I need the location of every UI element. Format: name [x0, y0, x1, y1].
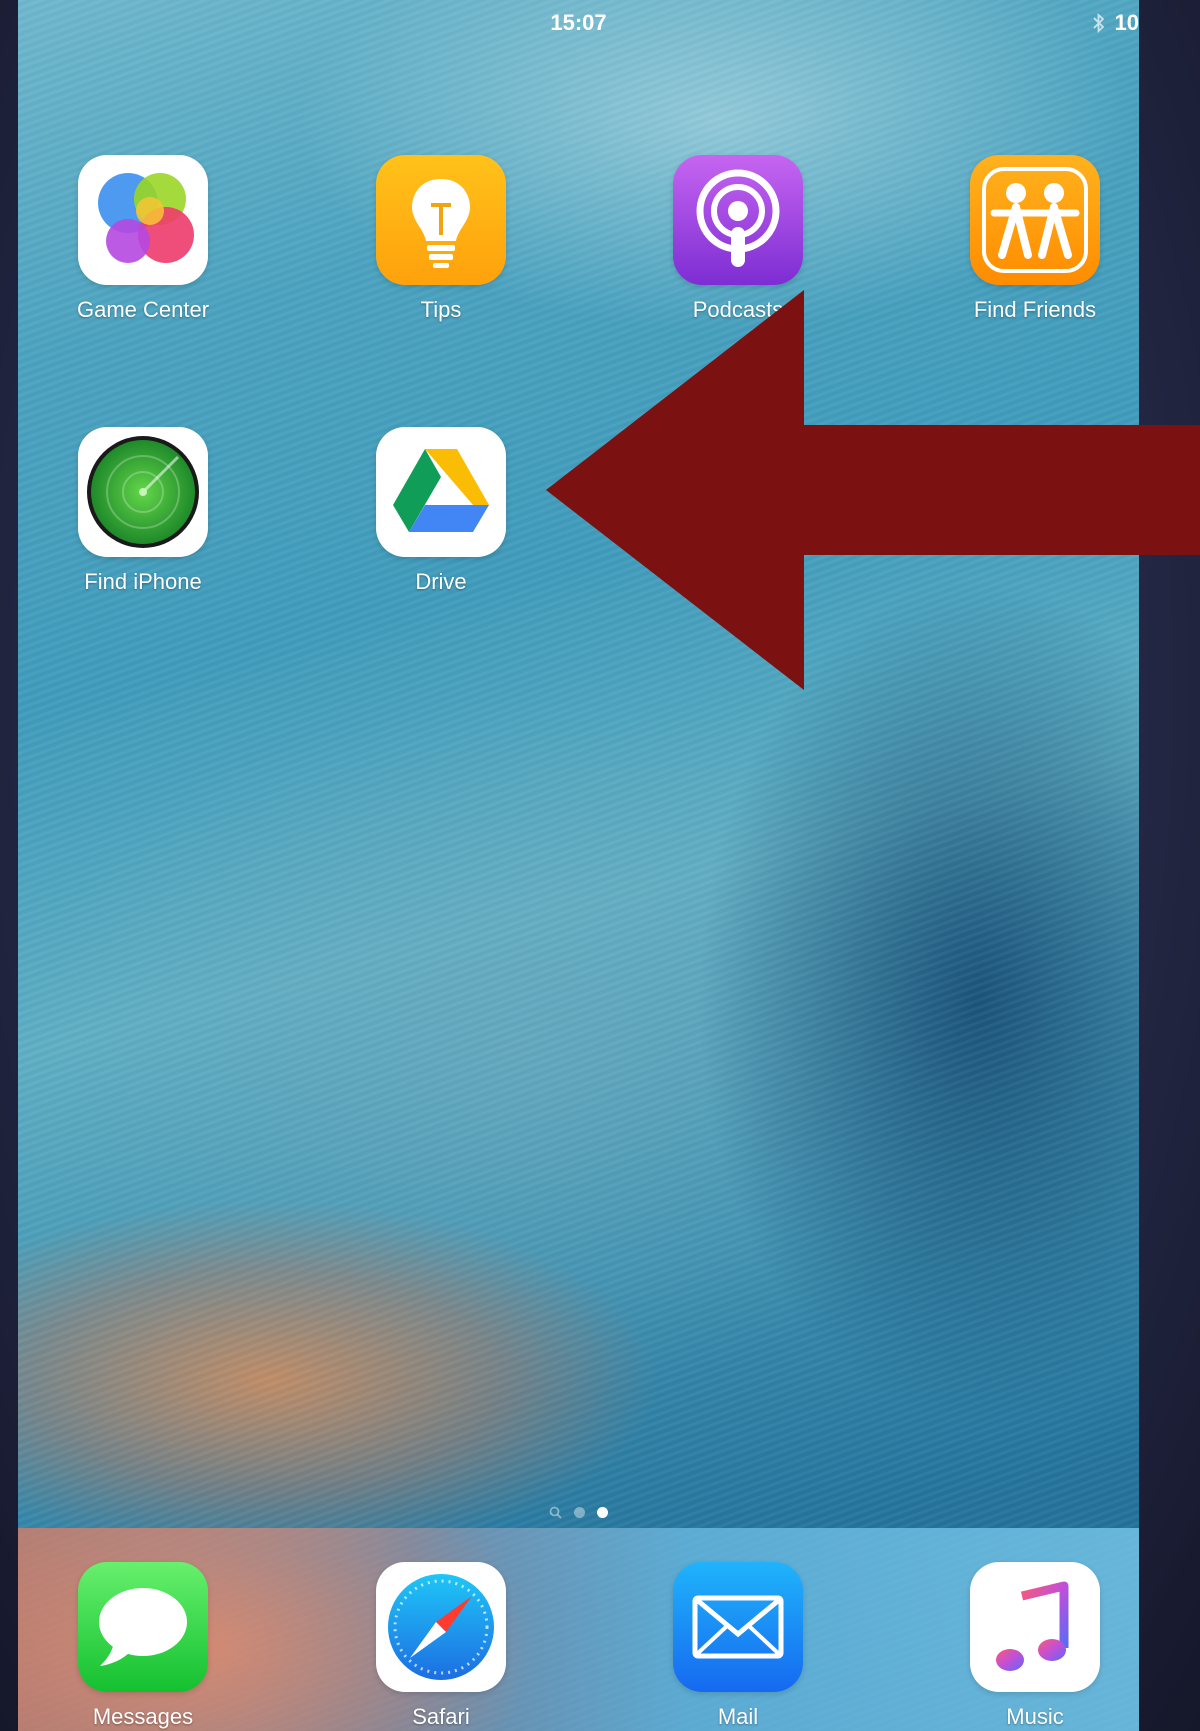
app-tips[interactable]: Tips — [321, 155, 561, 323]
app-game-center[interactable]: Game Center — [23, 155, 263, 323]
find-iphone-icon — [78, 427, 208, 557]
google-drive-icon — [376, 427, 506, 557]
app-label: Safari — [412, 1704, 470, 1729]
app-label: Game Center — [76, 297, 210, 322]
ipad-screen: 15:07 10 Game Center Tips Podcasts Find … — [18, 0, 1139, 1731]
safari-icon — [376, 1562, 506, 1692]
game-center-icon — [78, 155, 208, 285]
search-page-icon — [549, 1506, 562, 1519]
status-bar: 15:07 10 — [18, 0, 1139, 46]
app-find-iphone[interactable]: Find iPhone — [23, 427, 263, 595]
page-dot — [574, 1507, 585, 1518]
app-label: Tips — [420, 297, 462, 322]
mail-icon — [673, 1562, 803, 1692]
page-indicator[interactable] — [18, 1506, 1139, 1519]
app-music[interactable]: Music — [915, 1562, 1139, 1730]
app-mail[interactable]: Mail — [618, 1562, 858, 1730]
messages-icon — [78, 1562, 208, 1692]
tips-icon — [376, 155, 506, 285]
app-label: Messages — [92, 1704, 194, 1729]
app-podcasts[interactable]: Podcasts — [618, 155, 858, 323]
app-safari[interactable]: Safari — [321, 1562, 561, 1730]
app-label: Mail — [717, 1704, 759, 1729]
page-dot-current — [597, 1507, 608, 1518]
status-time: 15:07 — [550, 10, 607, 35]
battery-percent: 10 — [1114, 10, 1139, 35]
app-label: Podcasts — [692, 297, 784, 322]
app-label: Drive — [415, 569, 467, 594]
app-drive[interactable]: Drive — [321, 427, 561, 595]
status-right: 10 — [1091, 10, 1139, 36]
app-label: Find iPhone — [84, 569, 202, 594]
bluetooth-icon — [1092, 12, 1104, 34]
app-find-friends[interactable]: Find Friends — [915, 155, 1139, 323]
app-label: Find Friends — [973, 297, 1097, 322]
dock: Messages Safari Mail Music — [18, 1528, 1139, 1731]
music-icon — [970, 1562, 1100, 1692]
find-friends-icon — [970, 155, 1100, 285]
podcasts-icon — [673, 155, 803, 285]
app-label: Music — [1006, 1704, 1064, 1729]
app-messages[interactable]: Messages — [23, 1562, 263, 1730]
